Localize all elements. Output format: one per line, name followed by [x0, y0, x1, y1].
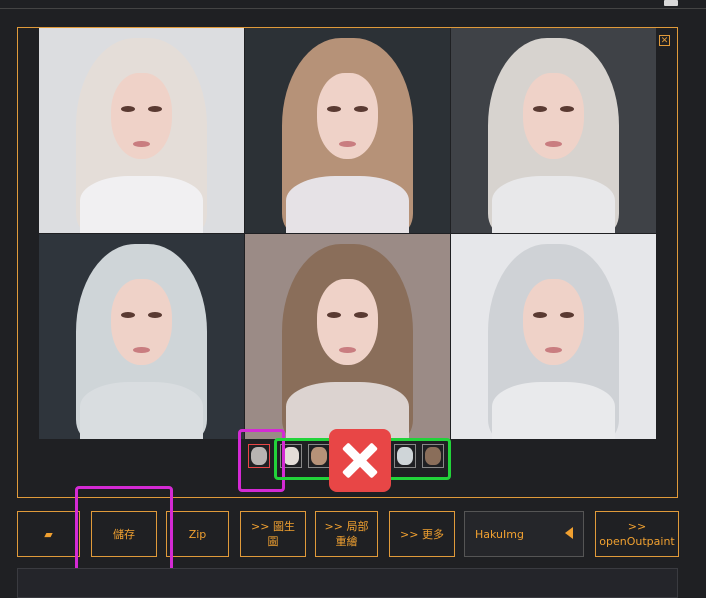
top-bar [0, 0, 706, 9]
image-body [492, 175, 615, 233]
send-to-img2img-button[interactable]: >> 圖生 圖 [240, 511, 306, 557]
open-outpaint-button[interactable]: >> openOutpaint [595, 511, 679, 557]
image-eye [353, 311, 368, 319]
gallery-image-6[interactable] [451, 234, 656, 439]
image-body [80, 381, 203, 439]
send-to-inpaint-button[interactable]: >> 局部 重繪 [315, 511, 378, 557]
gallery-image-3[interactable] [451, 28, 656, 233]
gallery-image-1[interactable] [39, 28, 244, 233]
image-body [286, 175, 409, 233]
close-icon[interactable]: ✕ [659, 35, 670, 46]
img2img-label-2: 圖 [267, 535, 279, 548]
hakuimg-label: HakuImg [475, 527, 524, 541]
inpaint-label-2: 重繪 [335, 535, 358, 548]
gallery-image-4[interactable] [39, 234, 244, 439]
zip-button[interactable]: Zip [166, 511, 229, 557]
image-eye [559, 105, 574, 113]
image-body [80, 175, 203, 233]
image-lips [339, 140, 356, 147]
image-lips [133, 346, 150, 353]
openoutpaint-label-2: openOutpaint [599, 535, 675, 548]
image-body [492, 381, 615, 439]
gallery-image-5[interactable] [245, 234, 450, 439]
image-lips [339, 346, 356, 353]
openoutpaint-label-1: >> [627, 520, 647, 533]
image-grid[interactable] [39, 28, 656, 439]
inpaint-label-1: >> 局部 [324, 520, 369, 533]
img2img-label-1: >> 圖生 [251, 520, 295, 533]
image-eye [353, 105, 368, 113]
more-label: >> 更多 [400, 527, 444, 541]
image-lips [545, 346, 562, 353]
gallery-image-2[interactable] [245, 28, 450, 233]
image-eye [559, 311, 574, 319]
image-eye [147, 105, 162, 113]
hakuimg-button[interactable]: HakuImg [464, 511, 584, 557]
highlight-box-save [75, 486, 173, 575]
image-lips [545, 140, 562, 147]
bottom-panel [17, 568, 678, 598]
folder-icon: ▰ [44, 527, 53, 541]
collapse-arrow-icon [565, 527, 573, 539]
open-folder-button[interactable]: ▰ [17, 511, 80, 557]
image-icon[interactable] [664, 0, 678, 6]
close-icon [329, 429, 391, 492]
image-eye [147, 311, 162, 319]
image-lips [133, 140, 150, 147]
zip-label: Zip [188, 527, 207, 541]
more-button[interactable]: >> 更多 [389, 511, 455, 557]
